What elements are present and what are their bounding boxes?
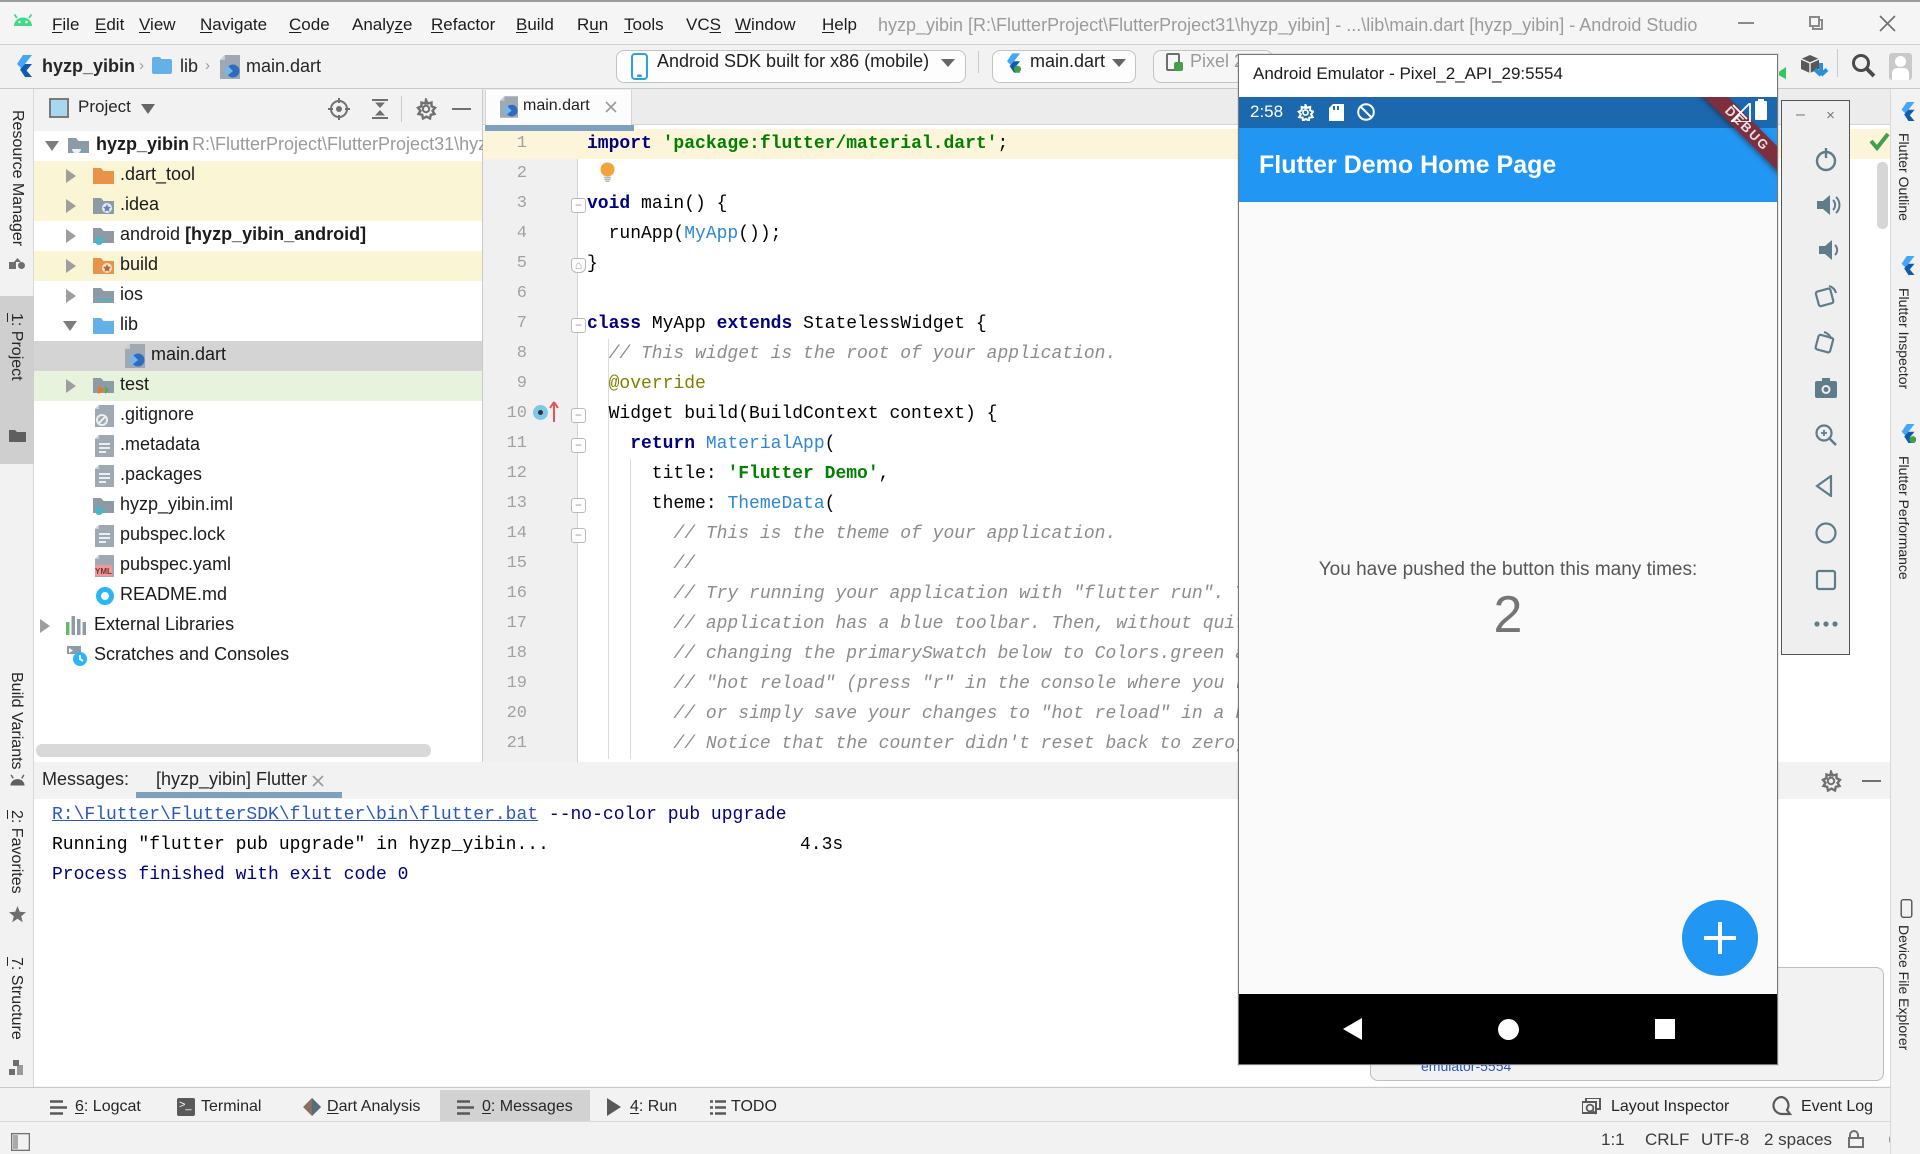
svg-text:YML: YML (95, 567, 112, 576)
